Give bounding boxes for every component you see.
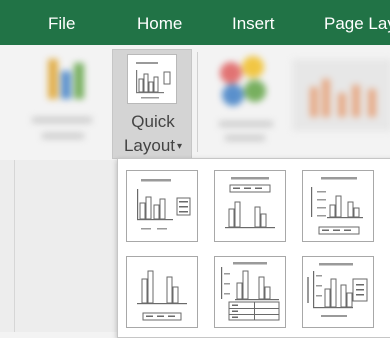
chevron-down-icon: ▾ bbox=[177, 141, 183, 153]
layout-2-icon bbox=[225, 177, 275, 229]
quick-layout-gallery bbox=[117, 158, 390, 338]
layout-3-icon bbox=[311, 177, 363, 235]
tab-home[interactable]: Home bbox=[137, 0, 182, 45]
layout-option-4[interactable] bbox=[126, 256, 198, 328]
layout-4-icon bbox=[137, 270, 187, 321]
layout-5-icon bbox=[221, 262, 280, 321]
ribbon-group-divider bbox=[197, 52, 198, 152]
quick-layout-button[interactable]: Quick Layout ▾ bbox=[112, 49, 192, 159]
layout-1-icon bbox=[137, 179, 191, 230]
add-chart-element-button[interactable] bbox=[18, 51, 108, 151]
quick-layout-label-text: Layout bbox=[123, 136, 175, 155]
ribbon-panel bbox=[0, 45, 390, 160]
worksheet-area bbox=[0, 160, 118, 332]
layout-6-icon bbox=[307, 263, 368, 317]
pane-edge bbox=[14, 160, 15, 332]
chart-styles-gallery[interactable] bbox=[292, 59, 390, 131]
layout-option-6[interactable] bbox=[302, 256, 374, 328]
add-chart-element-icon bbox=[32, 59, 92, 139]
layout-option-3[interactable] bbox=[302, 170, 374, 242]
layout-option-2[interactable] bbox=[214, 170, 286, 242]
chart-style-preview-icon bbox=[292, 59, 390, 131]
layout-option-5[interactable] bbox=[214, 256, 286, 328]
quick-layout-label-line2: Layout ▾ bbox=[113, 136, 193, 156]
quick-layout-icon bbox=[127, 54, 177, 104]
tab-insert[interactable]: Insert bbox=[232, 0, 275, 45]
quick-layout-label-line1: Quick bbox=[131, 112, 175, 131]
change-colors-button[interactable] bbox=[205, 51, 285, 151]
palette-icon bbox=[219, 56, 273, 141]
ribbon-tab-bar: File Home Insert Page Lay bbox=[0, 0, 390, 45]
tab-file[interactable]: File bbox=[48, 0, 75, 45]
tab-page-layout[interactable]: Page Lay bbox=[324, 0, 390, 45]
layout-option-1[interactable] bbox=[126, 170, 198, 242]
